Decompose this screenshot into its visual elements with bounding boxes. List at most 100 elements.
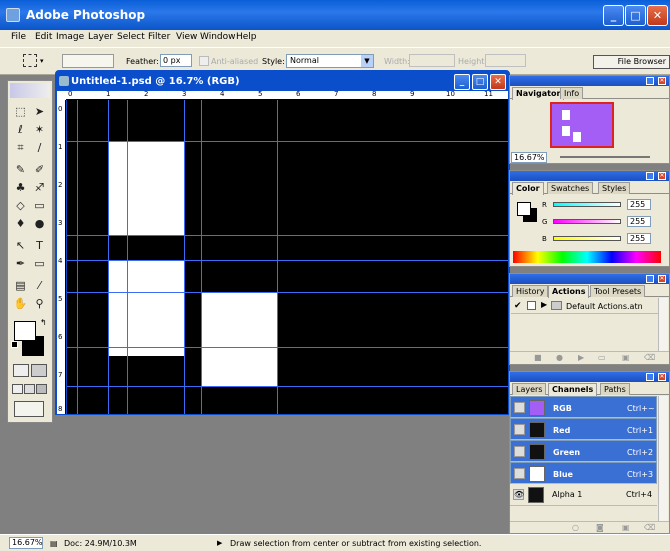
- channels-scrollbar[interactable]: [658, 396, 668, 521]
- jump-to-imageready-icon[interactable]: [14, 401, 44, 417]
- channel-row-alpha[interactable]: 👁 Alpha 1 Ctrl+4: [510, 484, 657, 506]
- quick-mask-icon[interactable]: [31, 364, 47, 377]
- brush-icon[interactable]: ✐: [31, 161, 48, 178]
- panel-close-button[interactable]: ✕: [658, 373, 666, 381]
- eyedropper-icon[interactable]: ⁄: [31, 277, 48, 294]
- file-browser-button[interactable]: File Browser: [593, 55, 670, 69]
- eraser-icon[interactable]: ◇: [12, 197, 29, 214]
- pen-icon[interactable]: ✒: [12, 255, 29, 272]
- guide-line[interactable]: [77, 100, 78, 414]
- tab-styles[interactable]: Styles: [598, 182, 631, 194]
- tab-channels[interactable]: Channels: [548, 383, 598, 396]
- status-zoom-field[interactable]: 16.67%: [9, 537, 43, 549]
- foreground-color-swatch[interactable]: [14, 321, 36, 341]
- actions-scrollbar[interactable]: [658, 298, 668, 351]
- guide-line[interactable]: [67, 235, 508, 236]
- adobe-online-icon[interactable]: [10, 83, 50, 98]
- style-select[interactable]: Normal ▼: [286, 54, 374, 68]
- panel-minimize-button[interactable]: [646, 275, 654, 283]
- guide-line[interactable]: [108, 100, 109, 414]
- status-arrow-icon[interactable]: ▶: [217, 539, 222, 547]
- menu-edit[interactable]: Edit: [35, 32, 52, 42]
- action-set-row[interactable]: ✔ ▶ Default Actions.atn: [511, 298, 658, 314]
- panel-close-button[interactable]: ✕: [658, 275, 666, 283]
- path-selection-icon[interactable]: ↖: [12, 237, 29, 254]
- g-value[interactable]: 255: [627, 216, 651, 227]
- notes-icon[interactable]: ▤: [12, 277, 29, 294]
- visibility-toggle[interactable]: [514, 402, 525, 413]
- navigator-zoom-field[interactable]: 16.67%: [511, 152, 547, 163]
- default-colors-icon[interactable]: [11, 341, 18, 348]
- guide-line[interactable]: [184, 100, 185, 414]
- save-selection-icon[interactable]: ◙: [596, 523, 604, 532]
- play-icon[interactable]: ▶: [578, 353, 584, 362]
- guide-line[interactable]: [127, 100, 128, 414]
- guide-line[interactable]: [277, 100, 278, 414]
- channel-row-green[interactable]: Green Ctrl+2: [510, 440, 657, 462]
- panel-title-bar[interactable]: ✕: [510, 372, 669, 382]
- tab-paths[interactable]: Paths: [600, 383, 630, 395]
- new-action-icon[interactable]: ▣: [622, 353, 630, 362]
- g-slider[interactable]: [553, 219, 621, 224]
- menu-view[interactable]: View: [176, 32, 197, 42]
- move-tool-icon[interactable]: ➤: [31, 103, 48, 120]
- selection-mode-buttons[interactable]: [62, 54, 114, 68]
- lasso-icon[interactable]: ℓ: [12, 121, 29, 138]
- hand-icon[interactable]: ✋: [12, 295, 29, 312]
- color-ramp[interactable]: [513, 251, 661, 263]
- crop-icon[interactable]: ⌗: [12, 139, 29, 156]
- navigator-thumbnail[interactable]: [550, 102, 614, 148]
- horizontal-ruler[interactable]: 0 1 2 3 4 5 6 7 8 9 10 11: [66, 91, 508, 100]
- channel-row-blue[interactable]: Blue Ctrl+3: [510, 462, 657, 484]
- guide-line[interactable]: [201, 100, 202, 414]
- expand-triangle-icon[interactable]: ▶: [541, 300, 547, 309]
- r-value[interactable]: 255: [627, 199, 651, 210]
- visibility-toggle[interactable]: [514, 468, 525, 479]
- stop-icon[interactable]: ■: [534, 353, 542, 362]
- guide-line[interactable]: [67, 347, 508, 348]
- vertical-ruler[interactable]: 0 1 2 3 4 5 6 7 8: [57, 100, 66, 414]
- type-tool-icon[interactable]: T: [31, 237, 48, 254]
- checkmark-icon[interactable]: ✔: [514, 301, 522, 311]
- gradient-icon[interactable]: ▭: [31, 197, 48, 214]
- marquee-tool-preset-icon[interactable]: [23, 54, 37, 67]
- menu-window[interactable]: Window: [200, 32, 236, 42]
- panel-title-bar[interactable]: ✕: [510, 76, 669, 86]
- document-title-bar[interactable]: Untitled-1.psd @ 16.7% (RGB) _ □ ✕: [57, 72, 508, 91]
- visibility-toggle[interactable]: [514, 424, 525, 435]
- doc-maximize-button[interactable]: □: [472, 74, 488, 90]
- load-selection-icon[interactable]: ○: [572, 523, 579, 532]
- menu-image[interactable]: Image: [56, 32, 84, 42]
- r-slider[interactable]: [553, 202, 621, 207]
- channel-row-red[interactable]: Red Ctrl+1: [510, 418, 657, 440]
- screen-mode-menu-icon[interactable]: [24, 384, 35, 394]
- minimize-button[interactable]: _: [603, 5, 624, 26]
- panel-minimize-button[interactable]: [646, 172, 654, 180]
- healing-brush-icon[interactable]: ✎: [12, 161, 29, 178]
- trash-icon[interactable]: ⌫: [644, 523, 655, 532]
- screen-mode-full-icon[interactable]: [36, 384, 47, 394]
- record-icon[interactable]: ●: [556, 353, 563, 362]
- panel-close-button[interactable]: ✕: [658, 172, 666, 180]
- maximize-button[interactable]: □: [625, 5, 646, 26]
- b-slider[interactable]: [553, 236, 621, 241]
- tab-info[interactable]: Info: [560, 87, 584, 99]
- tab-tool-presets[interactable]: Tool Presets: [590, 285, 646, 297]
- zoom-icon[interactable]: ⚲: [31, 295, 48, 312]
- menu-layer[interactable]: Layer: [88, 32, 113, 42]
- document-info-icon[interactable]: ▤: [50, 539, 58, 548]
- tab-swatches[interactable]: Swatches: [547, 182, 594, 194]
- tab-navigator[interactable]: Navigator: [512, 87, 565, 100]
- channel-row-rgb[interactable]: RGB Ctrl+~: [510, 396, 657, 418]
- new-channel-icon[interactable]: ▣: [622, 523, 630, 532]
- guide-line[interactable]: [67, 260, 508, 261]
- tab-layers[interactable]: Layers: [512, 383, 547, 395]
- doc-minimize-button[interactable]: _: [454, 74, 470, 90]
- eye-icon[interactable]: 👁: [513, 489, 524, 500]
- dialog-toggle-icon[interactable]: [527, 301, 536, 310]
- color-fg-swatch[interactable]: [517, 202, 531, 216]
- trash-icon[interactable]: ⌫: [644, 353, 655, 362]
- tab-color[interactable]: Color: [512, 182, 544, 195]
- guide-line[interactable]: [67, 386, 508, 387]
- anti-aliased-checkbox[interactable]: [199, 56, 209, 66]
